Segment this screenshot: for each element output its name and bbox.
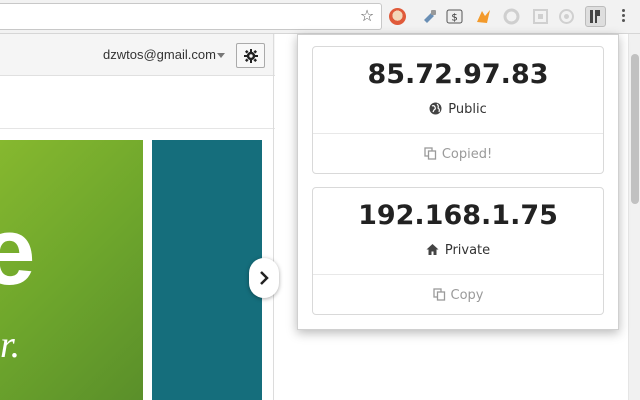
public-copy-label: Copied! xyxy=(441,147,493,162)
public-ip-label-row: Public xyxy=(313,102,603,119)
chrome-mascot-icon[interactable] xyxy=(389,8,406,25)
circle-icon[interactable] xyxy=(558,8,575,25)
grid-icon[interactable] xyxy=(532,8,549,25)
dollar-icon[interactable]: $ xyxy=(446,8,463,25)
ip-popup: 85.72.97.83 Public Copied! 192.168.1.75 … xyxy=(297,34,619,330)
chevron-right-icon xyxy=(260,271,269,285)
private-copy-label: Copy xyxy=(450,288,484,303)
fox-icon[interactable] xyxy=(475,8,492,25)
carousel-next-button[interactable] xyxy=(249,258,279,298)
promo-tile-green[interactable]: e r. xyxy=(0,140,143,400)
private-ip-label: Private xyxy=(444,243,491,258)
puzzle-icon[interactable] xyxy=(421,8,438,25)
copy-icon xyxy=(432,288,446,305)
promo-tile-teal[interactable] xyxy=(152,140,262,400)
card-divider xyxy=(313,133,603,134)
address-bar[interactable] xyxy=(0,3,382,30)
menu-icon[interactable] xyxy=(616,7,630,27)
star-icon[interactable]: ☆ xyxy=(358,7,376,25)
public-ip-label: Public xyxy=(448,102,487,117)
page-divider xyxy=(273,34,274,400)
private-ip-card: 192.168.1.75 Private Copy xyxy=(312,187,604,315)
public-copy-button[interactable]: Copied! xyxy=(313,147,603,164)
public-ip-card: 85.72.97.83 Public Copied! xyxy=(312,46,604,174)
scrollbar-thumb[interactable] xyxy=(631,54,639,204)
copy-icon xyxy=(424,147,437,164)
page-subheader xyxy=(0,77,275,129)
chevron-down-icon[interactable] xyxy=(217,53,225,58)
card-divider xyxy=(313,274,603,275)
browser-toolbar: ☆ $ xyxy=(0,0,640,34)
gear-icon xyxy=(244,49,258,63)
private-copy-button[interactable]: Copy xyxy=(313,288,603,305)
promo-graphic-small-letter: r. xyxy=(0,324,21,366)
private-ip-value: 192.168.1.75 xyxy=(358,200,558,231)
private-ip-label-row: Private xyxy=(313,243,603,260)
promo-graphic-large-letter: e xyxy=(0,198,35,305)
flame-icon[interactable] xyxy=(503,8,520,25)
globe-icon xyxy=(429,102,442,119)
settings-button[interactable] xyxy=(236,43,265,68)
public-ip-value: 85.72.97.83 xyxy=(367,59,549,90)
account-email[interactable]: dzwtos@gmail.com xyxy=(103,47,216,62)
ip-tool-icon[interactable] xyxy=(585,6,606,27)
home-icon xyxy=(426,243,439,260)
svg-text:$: $ xyxy=(451,13,457,24)
page-scrollbar[interactable] xyxy=(628,34,640,400)
